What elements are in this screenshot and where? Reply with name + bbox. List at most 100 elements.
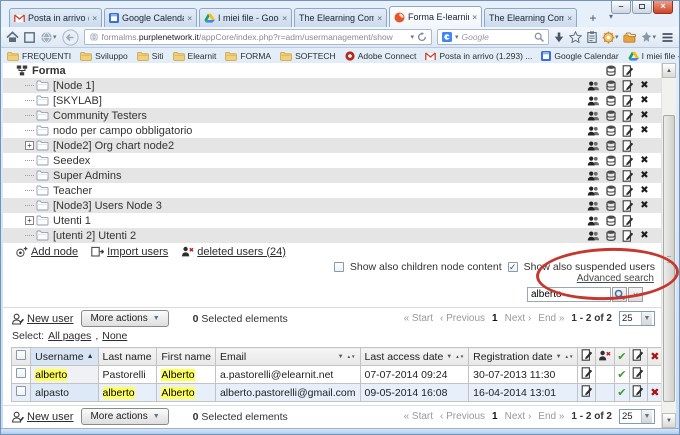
select-none-link[interactable]: None xyxy=(102,330,127,342)
children-content-checkbox[interactable] xyxy=(334,262,344,272)
action-slot[interactable] xyxy=(619,184,636,197)
col-suspend-user-icon[interactable] xyxy=(596,348,615,366)
tab-groups-icon[interactable] xyxy=(24,32,35,43)
reload-icon[interactable] xyxy=(417,32,427,42)
action-cell[interactable]: ✔ xyxy=(614,366,629,384)
add-node-link[interactable]: Add node xyxy=(15,246,78,258)
sort-toggle-icon[interactable]: ▲▼ xyxy=(455,355,464,359)
action-slot[interactable] xyxy=(619,139,636,152)
extension-share-icon[interactable] xyxy=(623,32,636,43)
minimize-button[interactable]: – xyxy=(611,1,631,14)
close-button[interactable]: × xyxy=(653,1,673,14)
tab-posta-in-arrivo-1-6[interactable]: Posta in arrivo (1.6...× xyxy=(9,8,102,27)
tab-close-icon[interactable]: × xyxy=(567,14,572,23)
col-edit-user-icon[interactable] xyxy=(578,348,596,366)
action-cell[interactable]: ✔ xyxy=(614,384,629,402)
sort-toggle-icon[interactable]: ▲▼ xyxy=(347,355,356,359)
action-slot[interactable] xyxy=(602,79,619,92)
action-cell[interactable] xyxy=(629,384,647,402)
action-cell[interactable] xyxy=(578,384,596,402)
pagination-start[interactable]: « Start xyxy=(404,313,433,324)
column-header-first-name[interactable]: First name xyxy=(157,348,216,366)
tree-node[interactable]: [SKYLAB]✖ xyxy=(3,93,663,108)
action-slot[interactable] xyxy=(602,94,619,107)
bookmark-adobe-connect[interactable]: Adobe Connect xyxy=(345,51,417,61)
tree-node[interactable]: Super Admins✖ xyxy=(3,168,663,183)
tab-the-elearning-commu[interactable]: The Elearning Commu...× xyxy=(484,8,577,27)
tree-node[interactable]: Community Testers✖ xyxy=(3,108,663,123)
back-button[interactable] xyxy=(62,29,79,46)
tab-close-icon[interactable]: × xyxy=(92,14,97,23)
url-bar[interactable]: formalms.purplenetwork.it/appCore/index.… xyxy=(84,29,432,45)
tree-node[interactable]: [Node3] Users Node 3✖ xyxy=(3,198,663,213)
col-activate-user-icon[interactable]: ✔ xyxy=(614,348,629,366)
user-search-button[interactable] xyxy=(612,287,627,302)
action-slot[interactable] xyxy=(602,199,619,212)
select-all-pages-link[interactable]: All pages xyxy=(48,330,91,342)
action-slot[interactable] xyxy=(585,154,602,167)
menu-hamburger-icon[interactable] xyxy=(661,32,674,43)
action-slot[interactable] xyxy=(585,109,602,122)
action-slot[interactable] xyxy=(619,94,636,107)
pagination-next[interactable]: Next › xyxy=(505,411,532,422)
import-users-link[interactable]: Import users xyxy=(91,246,168,258)
action-slot[interactable] xyxy=(619,214,636,227)
tab-forma-e-learning[interactable]: Forma E-learning ...× xyxy=(389,6,482,27)
select-all-checkbox[interactable] xyxy=(16,350,26,360)
pagination-end[interactable]: End » xyxy=(538,313,564,324)
bookmark-softech[interactable]: SOFTECH xyxy=(280,51,336,61)
user-search-input[interactable] xyxy=(527,287,611,302)
bookmark-elearnit[interactable]: Elearnit xyxy=(173,51,217,61)
action-slot[interactable] xyxy=(585,229,602,242)
bookmark-google-calendar[interactable]: Google Calendar xyxy=(541,51,618,61)
action-slot[interactable] xyxy=(619,229,636,242)
search-magnifier-icon[interactable] xyxy=(534,32,544,42)
action-slot[interactable]: ✖ xyxy=(636,94,653,107)
action-slot[interactable]: ✖ xyxy=(636,124,653,137)
tab-close-icon[interactable]: × xyxy=(472,13,477,22)
engine-dropdown-icon[interactable]: ▾ xyxy=(455,33,459,41)
action-slot[interactable] xyxy=(602,64,619,77)
action-slot[interactable] xyxy=(619,79,636,92)
pagination-previous[interactable]: ‹ Previous xyxy=(440,313,485,324)
filter-dropdown-icon[interactable]: ▼ xyxy=(338,354,344,360)
tree-node[interactable]: Teacher✖ xyxy=(3,183,663,198)
action-cell[interactable] xyxy=(629,366,647,384)
filter-dropdown-icon[interactable]: ▼ xyxy=(446,354,452,360)
action-slot[interactable] xyxy=(619,64,636,77)
action-slot[interactable] xyxy=(619,154,636,167)
new-user-link[interactable]: New user xyxy=(11,313,73,325)
expand-node-icon[interactable]: + xyxy=(25,216,34,225)
more-actions-button[interactable]: More actions▼ xyxy=(81,408,168,425)
new-user-link[interactable]: New user xyxy=(11,411,73,423)
action-slot[interactable] xyxy=(619,169,636,182)
suspended-users-checkbox[interactable]: ✓ xyxy=(508,262,518,272)
action-slot[interactable] xyxy=(602,184,619,197)
site-menu-button[interactable]: ▾ xyxy=(40,31,57,44)
action-slot[interactable]: ✖ xyxy=(636,169,653,182)
url-dropdown-icon[interactable]: ▾ xyxy=(410,33,414,41)
tree-node-root[interactable]: Forma xyxy=(3,63,663,78)
home-icon[interactable] xyxy=(6,31,19,43)
bookmark-frequenti[interactable]: FREQUENTI xyxy=(7,51,71,61)
col-edit-profile-icon[interactable] xyxy=(629,348,647,366)
vertical-scrollbar[interactable]: ▲ ▼ xyxy=(661,63,676,428)
search-bar[interactable]: ▾ Google xyxy=(437,29,549,45)
restore-button[interactable] xyxy=(632,1,652,14)
column-header-email[interactable]: Email▼▲▼ xyxy=(215,348,360,366)
tree-node[interactable]: +[Node2] Org chart node2 xyxy=(3,138,663,153)
action-cell[interactable] xyxy=(578,366,596,384)
expand-node-icon[interactable]: + xyxy=(25,141,34,150)
tab-close-icon[interactable]: × xyxy=(187,14,192,23)
extension-pin-button[interactable]: ▾ xyxy=(641,31,656,43)
pagination-next[interactable]: Next › xyxy=(505,313,532,324)
action-slot[interactable] xyxy=(619,109,636,122)
action-slot[interactable] xyxy=(602,214,619,227)
action-slot[interactable]: ✖ xyxy=(636,184,653,197)
downloads-icon[interactable] xyxy=(554,32,564,43)
column-header-last-name[interactable]: Last name xyxy=(98,348,157,366)
bookmark-forma[interactable]: FORMA xyxy=(225,51,271,61)
action-slot[interactable] xyxy=(602,169,619,182)
column-header-registration-date[interactable]: Registration date▼▲▼ xyxy=(469,348,578,366)
pagination-end[interactable]: End » xyxy=(538,411,564,422)
